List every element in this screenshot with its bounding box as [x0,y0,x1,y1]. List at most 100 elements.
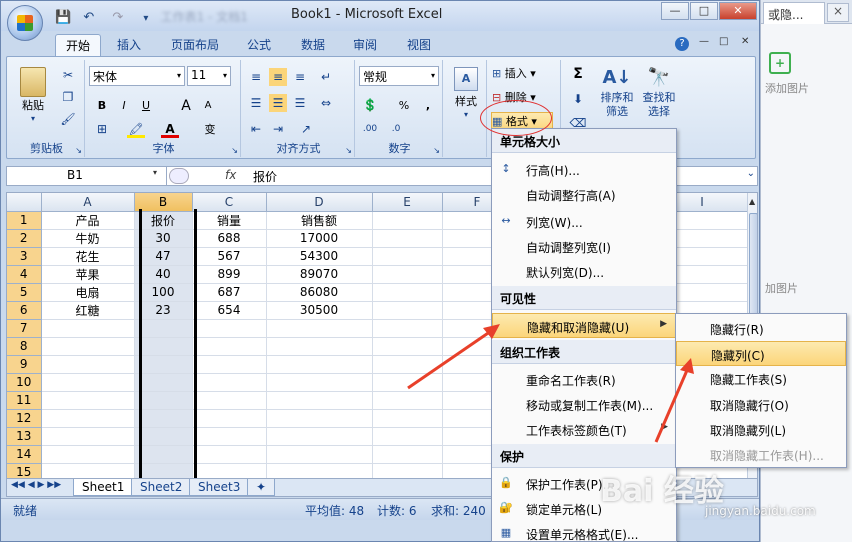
ribbon-restore-icon[interactable]: □ [719,36,728,47]
cell[interactable]: 苹果 [41,265,135,284]
cell[interactable]: 牛奶 [41,229,135,248]
clipboard-launcher-icon[interactable]: ↘ [75,146,82,155]
menu-autofit-row[interactable]: 自动调整行高(A) [492,182,676,207]
row-header[interactable]: 6 [7,301,42,320]
fill-icon[interactable]: ⬇ [569,90,587,108]
font-launcher-icon[interactable]: ↘ [231,146,238,155]
cell[interactable]: 54300 [266,247,373,266]
cell[interactable]: 687 [192,283,267,302]
undo-icon[interactable]: ↶ [83,10,94,25]
cell[interactable] [372,337,443,356]
find-select-button[interactable]: 🔭 查找和 选择 [639,64,679,134]
column-header-e[interactable]: E [372,193,443,212]
column-header-d[interactable]: D [266,193,373,212]
background-tab-close-icon[interactable]: × [827,3,849,22]
cell[interactable] [266,445,373,464]
cell[interactable]: 86080 [266,283,373,302]
scroll-up-icon[interactable]: ▲ [749,197,755,206]
cell[interactable] [372,355,443,374]
decrease-indent-icon[interactable]: ⇤ [247,120,265,138]
cell[interactable] [266,355,373,374]
tab-formulas[interactable]: 公式 [237,34,281,56]
row-header[interactable]: 2 [7,229,42,248]
cell[interactable] [372,301,443,320]
row-header[interactable]: 3 [7,247,42,266]
cut-icon[interactable]: ✂ [59,66,77,84]
cell[interactable]: 30500 [266,301,373,320]
row-header[interactable]: 9 [7,355,42,374]
cell[interactable] [266,391,373,410]
customize-qat-icon[interactable]: ▾ [143,13,148,24]
formula-input[interactable]: 报价 [253,168,277,185]
cell[interactable] [372,373,443,392]
number-launcher-icon[interactable]: ↘ [433,146,440,155]
name-box-dropdown-icon[interactable]: ▾ [153,168,157,177]
cell[interactable] [192,373,267,392]
cell[interactable]: 899 [192,265,267,284]
office-button[interactable] [7,5,43,41]
cell[interactable] [192,391,267,410]
shrink-font-button[interactable]: A [199,96,217,116]
cell[interactable] [372,247,443,266]
menu-move-copy-sheet[interactable]: 移动或复制工作表(M)... [492,392,676,417]
formula-bar-toggle-icon[interactable] [169,168,189,184]
phonetic-button[interactable]: 变 [199,120,221,140]
cell[interactable] [192,427,267,446]
row-header[interactable]: 14 [7,445,42,464]
insert-function-icon[interactable]: fx [225,168,236,182]
row-header[interactable]: 12 [7,409,42,428]
menu-hide-unhide[interactable]: 隐藏和取消隐藏(U) ▶ [492,313,676,338]
submenu-hide-columns[interactable]: 隐藏列(C) [676,341,846,366]
minimize-button[interactable]: — [661,2,689,20]
cell[interactable] [372,445,443,464]
grow-font-button[interactable]: A [177,96,195,116]
menu-row-height[interactable]: ↕ 行高(H)... [492,157,676,182]
row-header[interactable]: 7 [7,319,42,338]
cell[interactable] [372,229,443,248]
row-header[interactable]: 5 [7,283,42,302]
increase-indent-icon[interactable]: ⇥ [269,120,287,138]
cell[interactable] [372,211,443,230]
tab-data[interactable]: 数据 [291,34,335,56]
insert-sheet-icon[interactable]: ✦ [247,479,275,496]
ribbon-close-icon[interactable]: ✕ [741,36,749,47]
name-box[interactable]: B1 [7,167,167,185]
cell[interactable]: 567 [192,247,267,266]
font-name-dropdown-icon[interactable]: ▾ [177,68,181,84]
paste-button[interactable]: 粘贴 ▾ [13,64,53,126]
help-icon[interactable]: ? [675,37,689,51]
cell[interactable]: 17000 [266,229,373,248]
font-name-box[interactable]: 宋体 ▾ [89,66,185,86]
sheet-tab-2[interactable]: Sheet2 [131,479,192,496]
tab-view[interactable]: 视图 [397,34,441,56]
cell[interactable] [192,355,267,374]
close-button[interactable]: ✕ [719,2,757,20]
cell[interactable]: 产品 [41,211,135,230]
cell[interactable]: 销量 [192,211,267,230]
column-header-a[interactable]: A [41,193,135,212]
sheet-nav-icon[interactable]: ◀◀ ◀ ▶ ▶▶ [11,480,61,490]
select-all-corner[interactable] [7,193,42,212]
increase-decimal-icon[interactable]: .00 [361,120,379,138]
cell[interactable] [41,463,135,478]
background-tab[interactable]: 或隐... [763,2,825,24]
redo-icon[interactable]: ↷ [112,10,123,25]
submenu-hide-rows[interactable]: 隐藏行(R) [676,316,846,341]
align-top-icon[interactable]: ≡ [247,68,265,86]
cell[interactable] [266,319,373,338]
menu-rename-sheet[interactable]: 重命名工作表(R) [492,367,676,392]
cell[interactable]: 电扇 [41,283,135,302]
cell[interactable] [41,319,135,338]
wrap-text-icon[interactable]: ↵ [317,68,335,86]
cell[interactable]: 89070 [266,265,373,284]
cell[interactable] [41,409,135,428]
sort-filter-button[interactable]: A↓ 排序和 筛选 [597,64,637,134]
cell[interactable]: 红糖 [41,301,135,320]
cell[interactable] [41,445,135,464]
sheet-tab-1[interactable]: Sheet1 [73,479,134,496]
menu-tab-color[interactable]: 工作表标签颜色(T) ▶ [492,417,676,442]
insert-cells-button[interactable]: ⊞ 插入 ▾ [491,64,557,84]
decrease-decimal-icon[interactable]: .0 [387,120,405,138]
font-color-icon[interactable]: A [161,120,179,138]
cell[interactable] [192,409,267,428]
